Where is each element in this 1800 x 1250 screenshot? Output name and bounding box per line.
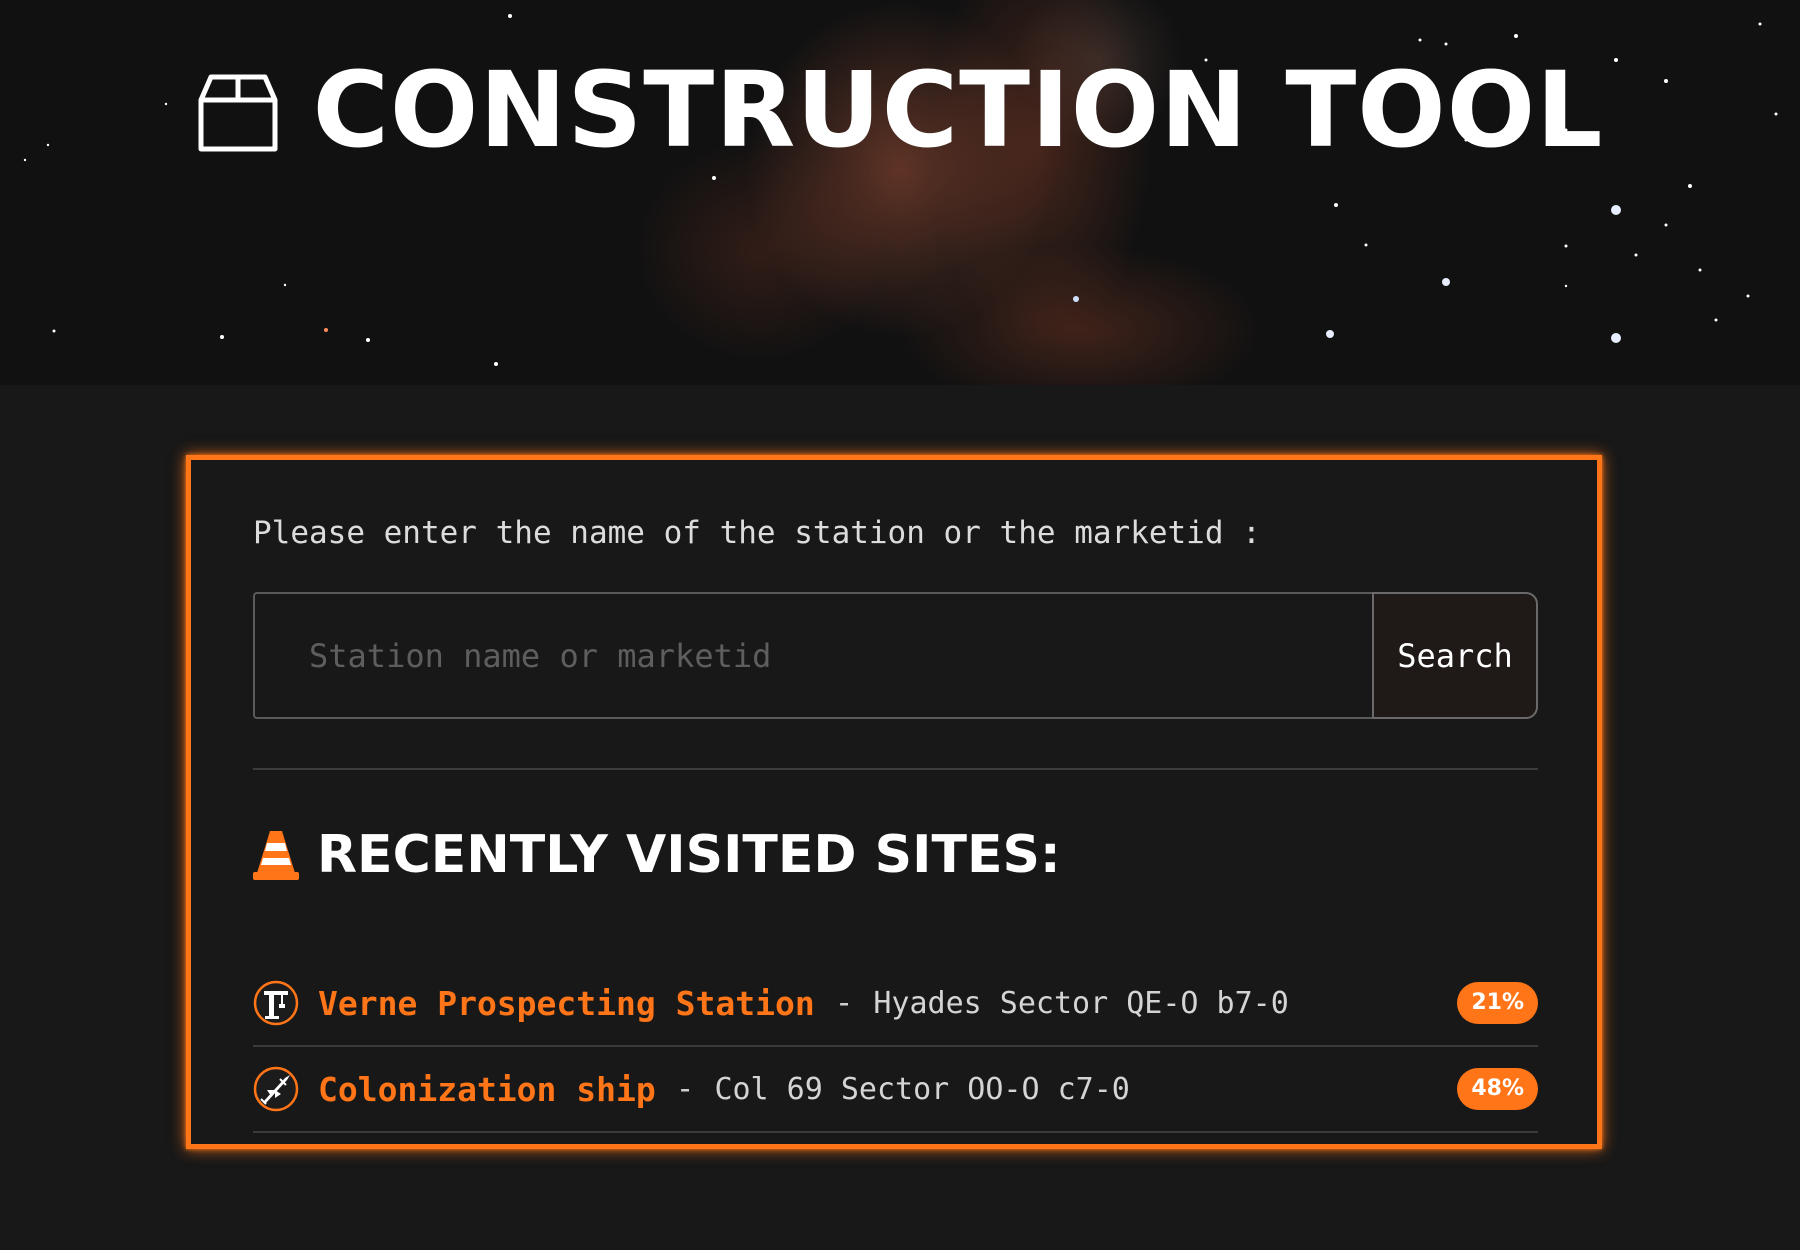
site-separator: - xyxy=(675,1071,695,1107)
progress-badge: 48% xyxy=(1457,1068,1538,1110)
box-icon xyxy=(198,74,278,152)
search-prompt: Please enter the name of the station or … xyxy=(253,515,1261,551)
recent-sites-title: RECENTLY VISITED SITES: xyxy=(317,825,1061,885)
site-system-name: Hyades Sector QE-O b7-0 xyxy=(873,985,1289,1021)
search-form: Search xyxy=(253,592,1538,719)
progress-badge: 21% xyxy=(1457,982,1538,1024)
site-link[interactable]: Verne Prospecting Station xyxy=(318,984,815,1023)
site-separator: - xyxy=(834,985,854,1021)
page-header: CONSTRUCTION TOOL xyxy=(0,58,1800,162)
site-system-name: Col 69 Sector OO-O c7-0 xyxy=(714,1071,1130,1107)
search-panel: Please enter the name of the station or … xyxy=(186,455,1602,1149)
crane-icon xyxy=(253,980,299,1026)
search-button[interactable]: Search xyxy=(1372,592,1538,719)
station-search-input[interactable] xyxy=(253,592,1372,719)
site-link[interactable]: Colonization ship xyxy=(318,1070,656,1109)
list-item[interactable]: Colonization ship - Col 69 Sector OO-O c… xyxy=(253,1047,1538,1133)
page-title: CONSTRUCTION TOOL xyxy=(312,49,1604,171)
divider xyxy=(253,768,1538,770)
traffic-cone-icon xyxy=(253,831,299,880)
hero-banner: CONSTRUCTION TOOL xyxy=(0,0,1800,385)
ship-icon xyxy=(253,1066,299,1112)
list-item[interactable]: Verne Prospecting Station - Hyades Secto… xyxy=(253,961,1538,1047)
recent-sites-header: RECENTLY VISITED SITES: xyxy=(253,825,1061,885)
recent-sites-list: Verne Prospecting Station - Hyades Secto… xyxy=(253,961,1538,1133)
